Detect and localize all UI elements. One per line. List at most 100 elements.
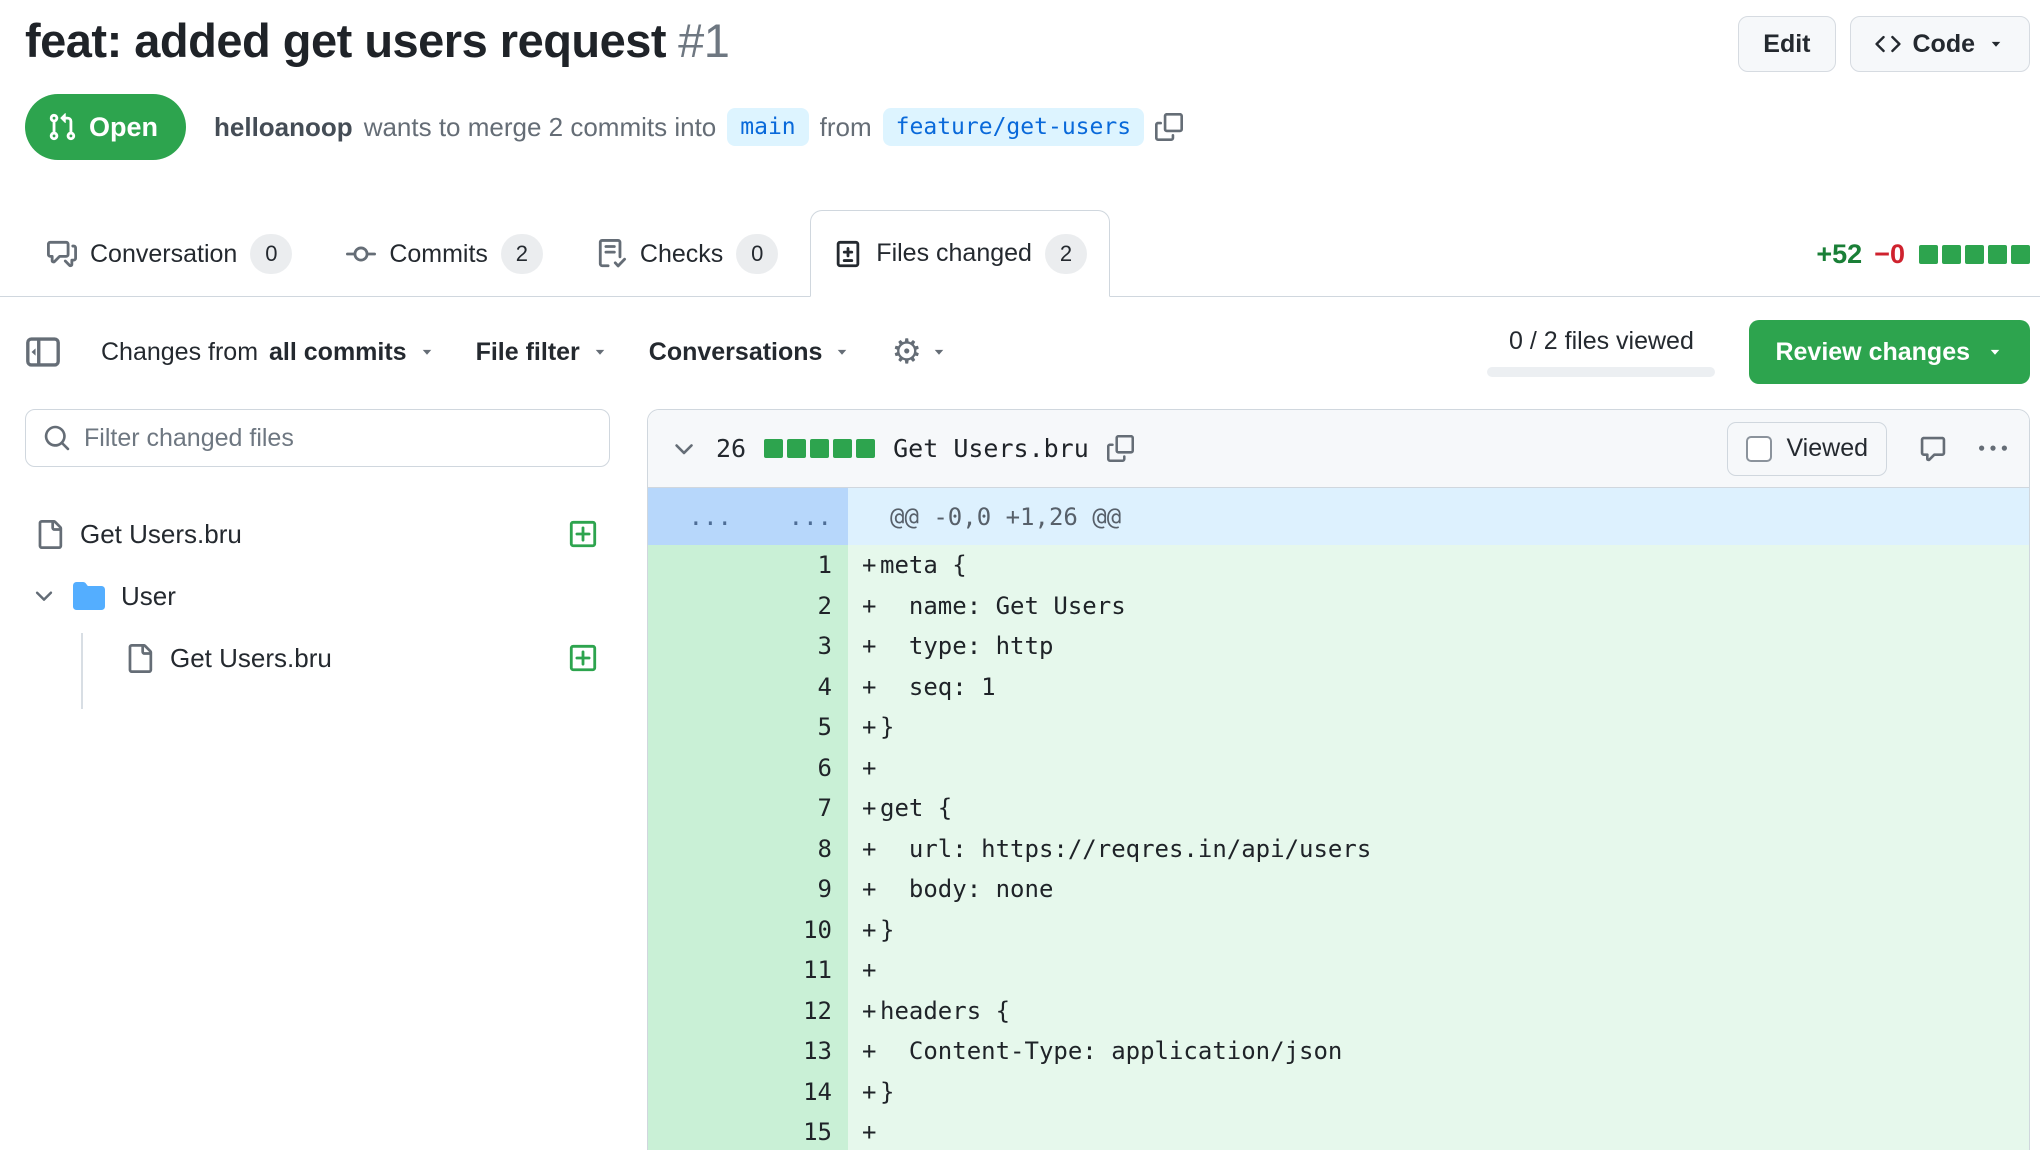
folder-icon — [73, 580, 105, 612]
collapse-diff-icon[interactable] — [670, 435, 698, 463]
diff-code-row[interactable]: 3+ type: http — [648, 626, 2029, 667]
old-line-number — [648, 788, 748, 829]
tree-item-file[interactable]: Get Users.bru — [25, 627, 610, 689]
diff-settings-dropdown[interactable]: ⚙ — [891, 335, 947, 369]
filter-changed-files-input[interactable] — [25, 409, 610, 467]
head-branch-label[interactable]: feature/get-users — [883, 108, 1144, 146]
diff-code-row[interactable]: 10+} — [648, 910, 2029, 951]
chevron-down-icon — [833, 343, 851, 361]
diff-sign: + — [848, 667, 880, 708]
kebab-menu-icon[interactable] — [1979, 435, 2007, 463]
tab-conversation[interactable]: Conversation 0 — [25, 212, 314, 296]
comment-icon[interactable] — [1919, 435, 1947, 463]
checklist-icon — [597, 239, 627, 269]
file-filter-dropdown[interactable]: File filter — [476, 338, 609, 367]
conversations-dropdown[interactable]: Conversations — [649, 338, 852, 367]
tab-checks[interactable]: Checks 0 — [575, 212, 800, 296]
diff-code-row[interactable]: 11+ — [648, 950, 2029, 991]
file-diff-icon — [833, 239, 863, 269]
tab-files-changed[interactable]: Files changed 2 — [810, 210, 1110, 297]
diff-code-row[interactable]: 5+} — [648, 707, 2029, 748]
line-number-gutter[interactable]: 15 — [648, 1112, 848, 1150]
files-changed-content: Get Users.bru User Get Users.bru 2 6 Get … — [0, 409, 2040, 1150]
line-number-gutter[interactable]: 5 — [648, 707, 848, 748]
file-tree: Get Users.bru User Get Users.bru — [25, 503, 610, 689]
diff-code-row[interactable]: 6+ — [648, 748, 2029, 789]
tree-item-file[interactable]: Get Users.bru — [25, 503, 610, 565]
new-line-number: 9 — [748, 869, 848, 910]
diff-code-row[interactable]: 4+ seq: 1 — [648, 667, 2029, 708]
line-number-gutter[interactable]: 7 — [648, 788, 848, 829]
chevron-down-icon — [31, 583, 57, 609]
tab-label: Conversation — [90, 240, 237, 269]
line-number-gutter[interactable]: 4 — [648, 667, 848, 708]
diffstat-block — [1965, 245, 1984, 264]
tab-count: 0 — [250, 234, 292, 274]
merge-text-between: from — [820, 112, 872, 143]
pr-number: #1 — [678, 14, 729, 67]
line-number-gutter[interactable]: 1 — [648, 545, 848, 586]
old-line-number — [648, 586, 748, 627]
old-line-number — [648, 1031, 748, 1072]
diff-code-row[interactable]: 9+ body: none — [648, 869, 2029, 910]
old-line-number — [648, 626, 748, 667]
diffstat-block — [1988, 245, 2007, 264]
line-number-gutter[interactable]: 12 — [648, 991, 848, 1032]
diff-code-row[interactable]: 12+headers { — [648, 991, 2029, 1032]
diff-code-row[interactable]: 15+ — [648, 1112, 2029, 1150]
edit-button[interactable]: Edit — [1738, 16, 1835, 72]
diff-lines: 1+meta {2+ name: Get Users3+ type: http4… — [648, 545, 2029, 1150]
line-number-gutter[interactable]: 14 — [648, 1072, 848, 1113]
code-button[interactable]: Code — [1850, 16, 2031, 72]
copy-icon[interactable] — [1155, 113, 1183, 141]
line-number-gutter[interactable]: 13 — [648, 1031, 848, 1072]
files-viewed-text: 0 / 2 files viewed — [1509, 327, 1694, 356]
header-actions: Edit Code — [1738, 14, 2030, 72]
diff-code-row[interactable]: 13+ Content-Type: application/json — [648, 1031, 2029, 1072]
review-changes-button[interactable]: Review changes — [1749, 320, 2030, 384]
old-line-number — [648, 545, 748, 586]
hunk-header-text: @@ -0,0 +1,26 @@ — [848, 488, 2029, 545]
pr-tab-bar: Conversation 0 Commits 2 Checks 0 Files … — [0, 209, 2040, 297]
diff-code-row[interactable]: 2+ name: Get Users — [648, 586, 2029, 627]
author-login[interactable]: helloanoop — [214, 112, 353, 143]
copy-icon[interactable] — [1107, 435, 1134, 462]
diff-sign: + — [848, 707, 880, 748]
line-number-gutter[interactable]: 6 — [648, 748, 848, 789]
viewed-checkbox[interactable] — [1746, 436, 1772, 462]
line-number-gutter[interactable]: 3 — [648, 626, 848, 667]
diff-code-row[interactable]: 1+meta { — [648, 545, 2029, 586]
new-line-number: 5 — [748, 707, 848, 748]
code-line: + — [848, 1112, 2029, 1150]
line-number-gutter[interactable]: 11 — [648, 950, 848, 991]
collapse-sidebar-icon[interactable] — [25, 334, 61, 370]
old-line-number — [648, 829, 748, 870]
diff-filename[interactable]: Get Users.bru — [893, 434, 1089, 463]
diff-sign: + — [848, 1031, 880, 1072]
file-icon — [35, 520, 64, 549]
diffstat-deletions: −0 — [1874, 239, 1905, 270]
diffstat-block — [1919, 245, 1938, 264]
changes-from-dropdown[interactable]: Changes from all commits — [101, 338, 436, 367]
tab-label: Commits — [389, 240, 488, 269]
line-number-gutter[interactable]: 9 — [648, 869, 848, 910]
status-badge-label: Open — [89, 112, 158, 143]
diff-code-row[interactable]: 8+ url: https://reqres.in/api/users — [648, 829, 2029, 870]
new-line-number: 14 — [748, 1072, 848, 1113]
line-number-gutter[interactable]: 8 — [648, 829, 848, 870]
new-line-number: 3 — [748, 626, 848, 667]
files-toolbar: Changes from all commits File filter Con… — [0, 317, 2040, 387]
diff-sign: + — [848, 1112, 880, 1150]
line-number-gutter[interactable]: 2 — [648, 586, 848, 627]
viewed-button[interactable]: Viewed — [1727, 422, 1887, 476]
changes-from-label: Changes from — [101, 338, 258, 367]
files-viewed: 0 / 2 files viewed — [1487, 327, 1715, 377]
tree-item-folder[interactable]: User — [25, 565, 610, 627]
diff-code-row[interactable]: 7+get { — [648, 788, 2029, 829]
tab-commits[interactable]: Commits 2 — [324, 212, 565, 296]
diff-code-row[interactable]: 14+} — [648, 1072, 2029, 1113]
code-line: + name: Get Users — [848, 586, 2029, 627]
code-line: + — [848, 950, 2029, 991]
line-number-gutter[interactable]: 10 — [648, 910, 848, 951]
base-branch-label[interactable]: main — [727, 108, 808, 146]
